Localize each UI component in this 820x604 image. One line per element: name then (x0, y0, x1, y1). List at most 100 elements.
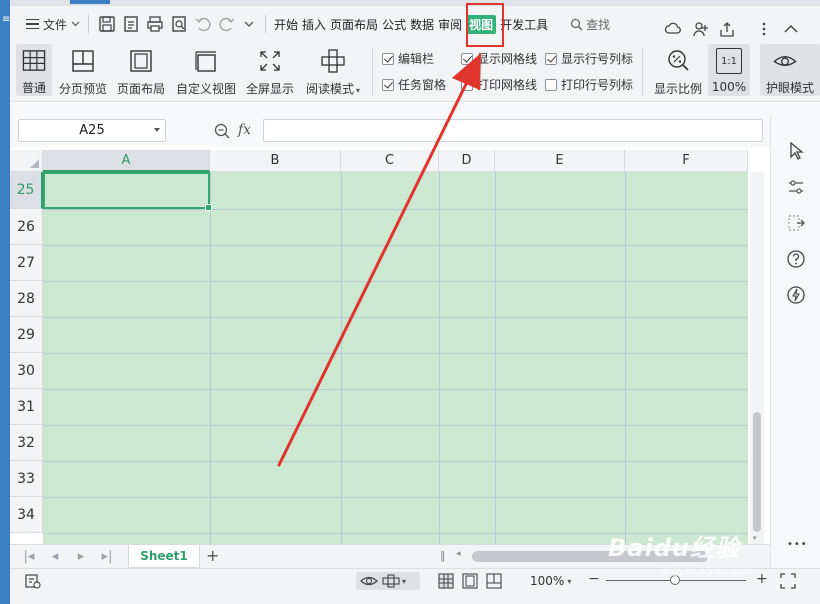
print-preview-icon[interactable] (170, 15, 188, 33)
reading-mode-button[interactable]: 阅读模式 ▾ (302, 44, 364, 97)
next-sheet-icon[interactable]: ▸ (74, 549, 88, 564)
zoom-out-button[interactable]: − (588, 571, 600, 587)
row-header-30[interactable]: 30 (10, 353, 43, 389)
column-header-f[interactable]: F (625, 150, 748, 172)
collapse-ribbon-icon[interactable] (782, 20, 800, 38)
tab-insert[interactable]: 插入 (300, 6, 328, 42)
redo-icon[interactable] (218, 15, 236, 33)
row-header-28[interactable]: 28 (10, 281, 43, 317)
page-break-status-icon[interactable] (486, 573, 502, 589)
quick-access-more-icon[interactable] (243, 19, 255, 29)
spreadsheet-app-window: 文件 开始 插入 页面布局 公式 数据 审阅 视图 开发工具 查找 普通 分页预… (10, 0, 820, 604)
tab-developer[interactable]: 开发工具 (498, 6, 550, 42)
gridline (43, 425, 748, 426)
export-pdf-icon[interactable] (122, 15, 140, 33)
page-layout-status-icon[interactable] (462, 573, 478, 589)
scroll-down-icon[interactable]: ▾ (753, 534, 757, 542)
adjust-settings-icon[interactable] (786, 177, 806, 197)
custom-view-button[interactable]: 自定义视图 (174, 44, 238, 97)
zoom-ratio-button[interactable]: 显示比例 (650, 44, 706, 97)
split-handle-icon[interactable]: ‖ (440, 549, 446, 562)
show-headings-checkbox[interactable]: 显示行号列标 (545, 50, 633, 67)
eye-protection-button[interactable]: 护眼模式 (760, 44, 820, 96)
formula-input[interactable] (263, 119, 763, 142)
data-transfer-icon[interactable] (786, 213, 806, 233)
undo-icon[interactable] (194, 15, 212, 33)
reading-mode-label: 阅读模式 ▾ (305, 82, 361, 96)
name-box[interactable]: A25 (18, 119, 166, 142)
eye-mode-toggle[interactable]: ▾ (356, 572, 420, 590)
row-header-26[interactable]: 26 (10, 209, 43, 245)
active-cell-a25[interactable] (43, 172, 212, 211)
print-gridlines-checkbox[interactable]: 打印网格线 (461, 76, 537, 93)
full-screen-button[interactable]: 全屏显示 (244, 44, 296, 97)
zoom-100-button[interactable]: 1:1 100% (708, 44, 750, 96)
macro-record-icon[interactable] (24, 573, 42, 589)
page-layout-view-button[interactable]: 页面布局 (116, 44, 166, 97)
right-side-panel: ••• (770, 115, 820, 604)
row-header-31[interactable]: 31 (10, 389, 43, 425)
print-headings-checkbox[interactable]: 打印行号列标 (545, 76, 633, 93)
row-header-29[interactable]: 29 (10, 317, 43, 353)
file-menu-button[interactable]: 文件 (24, 6, 82, 42)
gridline (439, 172, 440, 544)
zoom-level-dropdown[interactable]: 100% ▾ (530, 572, 571, 590)
tab-formulas[interactable]: 公式 (380, 6, 408, 42)
normal-view-button[interactable]: 普通 (16, 44, 52, 96)
show-gridlines-label: 显示网格线 (477, 52, 538, 66)
row-header-27[interactable]: 27 (10, 245, 43, 281)
vertical-scroll-thumb[interactable] (753, 412, 761, 532)
normal-view-label: 普通 (21, 81, 46, 95)
ribbon-gap (10, 103, 820, 115)
normal-view-status-icon[interactable] (438, 573, 454, 589)
column-header-a[interactable]: A (43, 150, 210, 172)
tab-review[interactable]: 审阅 (436, 6, 464, 42)
first-sheet-icon[interactable]: |◂ (22, 549, 36, 564)
column-header-b[interactable]: B (210, 150, 341, 172)
share-user-icon[interactable] (692, 20, 710, 38)
row-header-34[interactable]: 34 (10, 497, 43, 533)
fullscreen-expand-icon[interactable] (780, 573, 796, 589)
file-menu-label: 文件 (43, 17, 68, 32)
cloud-sync-icon[interactable] (664, 20, 682, 38)
sheet-tab-sheet1[interactable]: Sheet1 (128, 545, 200, 568)
show-gridlines-checkbox[interactable]: 显示网格线 (461, 50, 537, 67)
vertical-scrollbar[interactable]: ▾ (750, 172, 764, 544)
select-pointer-icon[interactable] (786, 141, 806, 161)
cell-area[interactable] (43, 172, 748, 544)
zoom-in-button[interactable]: + (756, 571, 768, 587)
page-break-preview-button[interactable]: 分页预览 (58, 44, 108, 97)
zoom-in-icon[interactable] (214, 123, 230, 139)
formula-bar: A25 fx (10, 115, 820, 147)
fx-icon[interactable]: fx (238, 122, 251, 138)
row-header-33[interactable]: 33 (10, 461, 43, 497)
share-export-icon[interactable] (718, 20, 736, 38)
row-header-25[interactable]: 25 (10, 172, 43, 209)
checkbox-box (382, 78, 394, 91)
help-icon[interactable] (786, 249, 806, 269)
tab-data[interactable]: 数据 (408, 6, 436, 42)
last-sheet-icon[interactable]: ▸| (100, 549, 114, 564)
previous-sheet-icon[interactable]: ◂ (48, 549, 62, 564)
column-header-c[interactable]: C (341, 150, 439, 172)
more-options-icon[interactable]: ••• (787, 539, 808, 550)
print-icon[interactable] (146, 15, 164, 33)
eye-icon (773, 55, 797, 66)
task-pane-checkbox[interactable]: 任务窗格 (382, 76, 446, 93)
select-all-corner[interactable] (10, 150, 43, 172)
menu-separator (88, 15, 90, 33)
gridline (43, 353, 748, 354)
more-vertical-icon[interactable] (755, 20, 773, 38)
lightning-icon[interactable] (786, 285, 806, 305)
add-sheet-button[interactable]: + (206, 546, 219, 565)
column-header-d[interactable]: D (439, 150, 495, 172)
row-header-32[interactable]: 32 (10, 425, 43, 461)
formula-bar-checkbox[interactable]: 编辑栏 (382, 50, 434, 67)
tab-home[interactable]: 开始 (272, 6, 300, 42)
desktop-edge-glyph: ≡ (2, 14, 11, 25)
search-button[interactable]: 查找 (570, 16, 610, 33)
tab-page-layout[interactable]: 页面布局 (328, 6, 380, 42)
scroll-left-icon[interactable]: ◂ (456, 549, 461, 559)
column-header-e[interactable]: E (495, 150, 625, 172)
save-icon[interactable] (98, 15, 116, 33)
